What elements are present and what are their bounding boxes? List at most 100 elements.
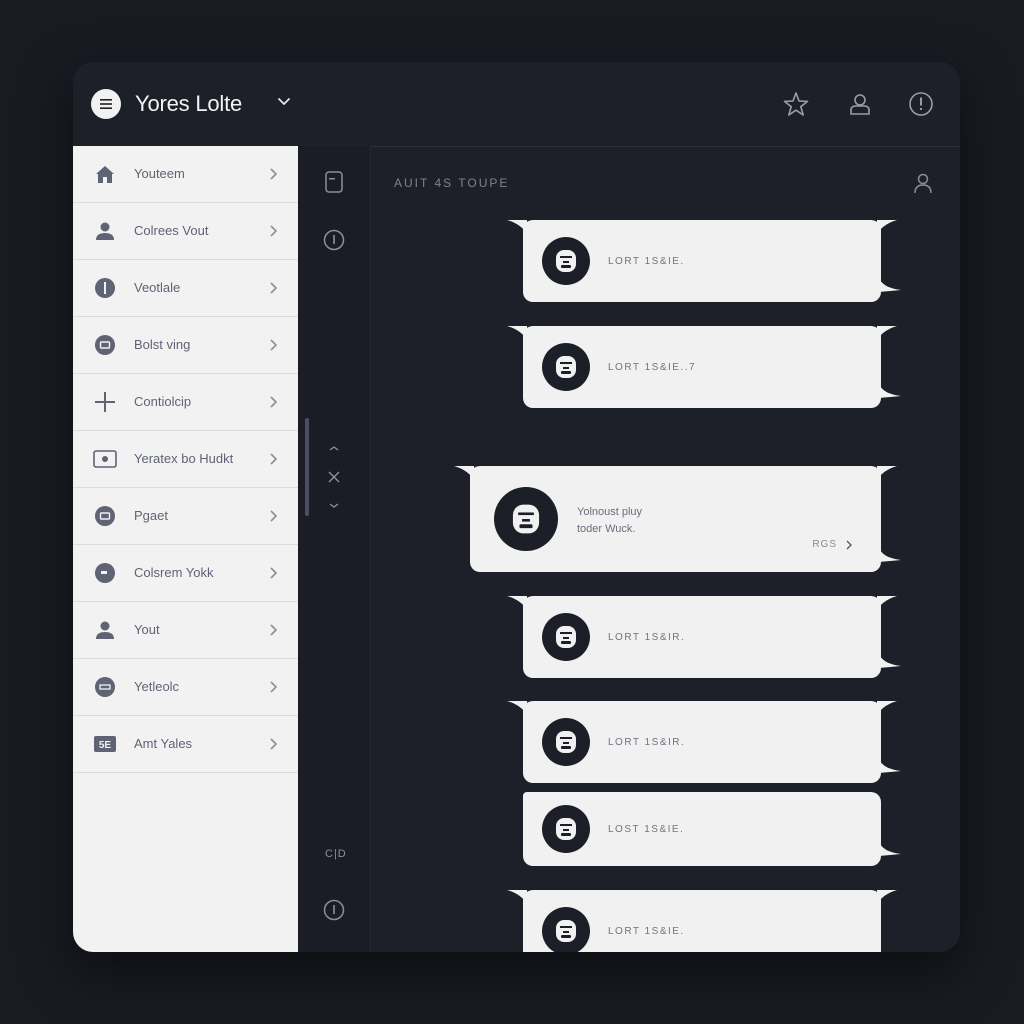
chevron-right-icon xyxy=(270,624,278,636)
message-link-label: RGS xyxy=(812,539,837,550)
message-link[interactable]: RGS xyxy=(812,539,853,550)
document-icon[interactable] xyxy=(322,170,346,194)
chat-panel: AUIT 4S TOUPE LORT 1S&IE. LORT 1S&IE..7 xyxy=(370,146,960,952)
sidebar-item-amt-yales[interactable]: 5E Amt Yales xyxy=(73,716,298,773)
bubble-tail xyxy=(879,384,901,398)
bubble-tail xyxy=(879,654,901,668)
message-text: LORT 1S&IE. xyxy=(608,256,685,267)
chevron-right-icon xyxy=(270,738,278,750)
chevron-up-icon[interactable] xyxy=(322,436,346,460)
bubble-tail xyxy=(877,890,897,904)
user-icon[interactable] xyxy=(912,172,934,194)
chevron-right-icon xyxy=(270,681,278,693)
user-icon xyxy=(93,620,117,640)
bubble-tail xyxy=(879,548,901,562)
bubble-tail xyxy=(877,220,897,234)
bubble-tail xyxy=(507,220,527,234)
bubble-tail xyxy=(507,596,527,610)
message-text-line1: Yolnoust pluy xyxy=(577,506,643,518)
message-text-line2: toder Wuck. xyxy=(577,523,636,535)
bubble-tail xyxy=(877,466,897,480)
close-icon[interactable] xyxy=(322,465,346,489)
bubble-tail xyxy=(879,842,901,856)
message-text: LORT 1S&IR. xyxy=(608,737,686,748)
chevron-right-icon xyxy=(270,282,278,294)
chevron-right-icon xyxy=(270,339,278,351)
home-icon xyxy=(93,164,117,184)
message-bubble[interactable]: LORT 1S&IE. xyxy=(507,890,897,952)
app-title: Yores Lolte xyxy=(135,91,243,116)
chat-icon xyxy=(93,335,117,355)
avatar-face-icon xyxy=(542,907,590,952)
user-icon[interactable] xyxy=(846,90,874,118)
info-icon[interactable] xyxy=(322,228,346,252)
sidebar-item-yout[interactable]: Yout xyxy=(73,602,298,659)
bubble-tail xyxy=(507,701,527,715)
chevron-down-icon[interactable] xyxy=(275,93,293,111)
chevron-right-icon xyxy=(270,567,278,579)
sidebar-item-label: Yetleolc xyxy=(134,679,180,694)
rail-bottom-label[interactable]: C|D xyxy=(325,848,347,860)
sidebar-item-contiolcip[interactable]: Contiolcip xyxy=(73,374,298,431)
sidebar-item-label: Yout xyxy=(134,622,160,637)
sidebar-item-youteem[interactable]: Youteem xyxy=(73,146,298,203)
sidebar: Youteem Colrees Vout Veotlale Bolst ving xyxy=(73,146,298,952)
message-text: LORT 1S&IE. xyxy=(608,926,685,937)
sidebar-item-label: Colsrem Yokk xyxy=(134,565,214,580)
message-text: LORT 1S&IR. xyxy=(608,632,686,643)
message-bubble[interactable]: LORT 1S&IR. xyxy=(507,596,901,678)
info-icon xyxy=(93,278,117,298)
chevron-right-icon xyxy=(270,453,278,465)
sidebar-item-label: Amt Yales xyxy=(134,736,193,751)
avatar-face-icon xyxy=(542,718,590,766)
message-bubble[interactable]: LORT 1S&IE..7 xyxy=(507,326,901,408)
sidebar-item-yeratex-bo-hudkt[interactable]: Yeratex bo Hudkt xyxy=(73,431,298,488)
avatar-face-icon xyxy=(494,487,558,551)
avatar-face-icon xyxy=(542,237,590,285)
sidebar-item-colsrem-yokk[interactable]: Colsrem Yokk xyxy=(73,545,298,602)
alert-icon[interactable] xyxy=(907,90,935,118)
message-bubble[interactable]: LORT 1S&IE. xyxy=(507,220,901,302)
chevron-right-icon xyxy=(270,225,278,237)
chevron-right-icon xyxy=(270,510,278,522)
bubble-tail xyxy=(879,278,901,292)
chevron-right-icon xyxy=(846,540,852,549)
bubble-tail xyxy=(877,596,897,610)
bubble-tail xyxy=(877,701,897,715)
sidebar-item-pgaet[interactable]: Pgaet xyxy=(73,488,298,545)
chat-icon xyxy=(93,506,117,526)
info-icon[interactable] xyxy=(322,898,346,922)
chevron-right-icon xyxy=(270,396,278,408)
sidebar-item-yetleolc[interactable]: Yetleolc xyxy=(73,659,298,716)
plus-icon xyxy=(93,392,117,412)
chat-icon xyxy=(93,677,117,697)
sidebar-item-veotlale[interactable]: Veotlale xyxy=(73,260,298,317)
avatar-face-icon xyxy=(542,805,590,853)
message-bubble-expanded[interactable]: Yolnoust pluy toder Wuck. RGS xyxy=(454,466,901,572)
bubble-tail xyxy=(877,326,897,340)
chat-icon xyxy=(93,563,117,583)
avatar-face-icon xyxy=(542,613,590,661)
sidebar-item-bolst-ving[interactable]: Bolst ving xyxy=(73,317,298,374)
menu-icon xyxy=(100,99,112,109)
sidebar-item-label: Pgaet xyxy=(134,508,168,523)
card-icon xyxy=(93,449,117,469)
chevron-right-icon xyxy=(270,168,278,180)
message-text: LOST 1S&IE. xyxy=(608,824,685,835)
message-bubble[interactable]: LOST 1S&IE. xyxy=(523,792,901,866)
user-icon xyxy=(93,221,117,241)
star-icon[interactable] xyxy=(782,90,810,118)
chevron-down-icon[interactable] xyxy=(322,494,346,518)
message-bubble[interactable]: LORT 1S&IR. xyxy=(507,701,901,783)
hamburger-menu-button[interactable] xyxy=(91,89,121,119)
bubble-tail xyxy=(454,466,474,480)
scrollbar-thumb[interactable] xyxy=(305,418,309,516)
app-window: Yores Lolte Youteem Colrees Vout Veotlal… xyxy=(73,62,960,952)
bubble-tail xyxy=(507,890,527,904)
app-header: Yores Lolte xyxy=(73,62,960,147)
message-text: LORT 1S&IE..7 xyxy=(608,362,697,373)
sidebar-item-label: Colrees Vout xyxy=(134,223,209,238)
sidebar-item-colrees-vout[interactable]: Colrees Vout xyxy=(73,203,298,260)
sidebar-item-label: Youteem xyxy=(134,166,185,181)
badge-icon-text: 5E xyxy=(99,740,112,751)
